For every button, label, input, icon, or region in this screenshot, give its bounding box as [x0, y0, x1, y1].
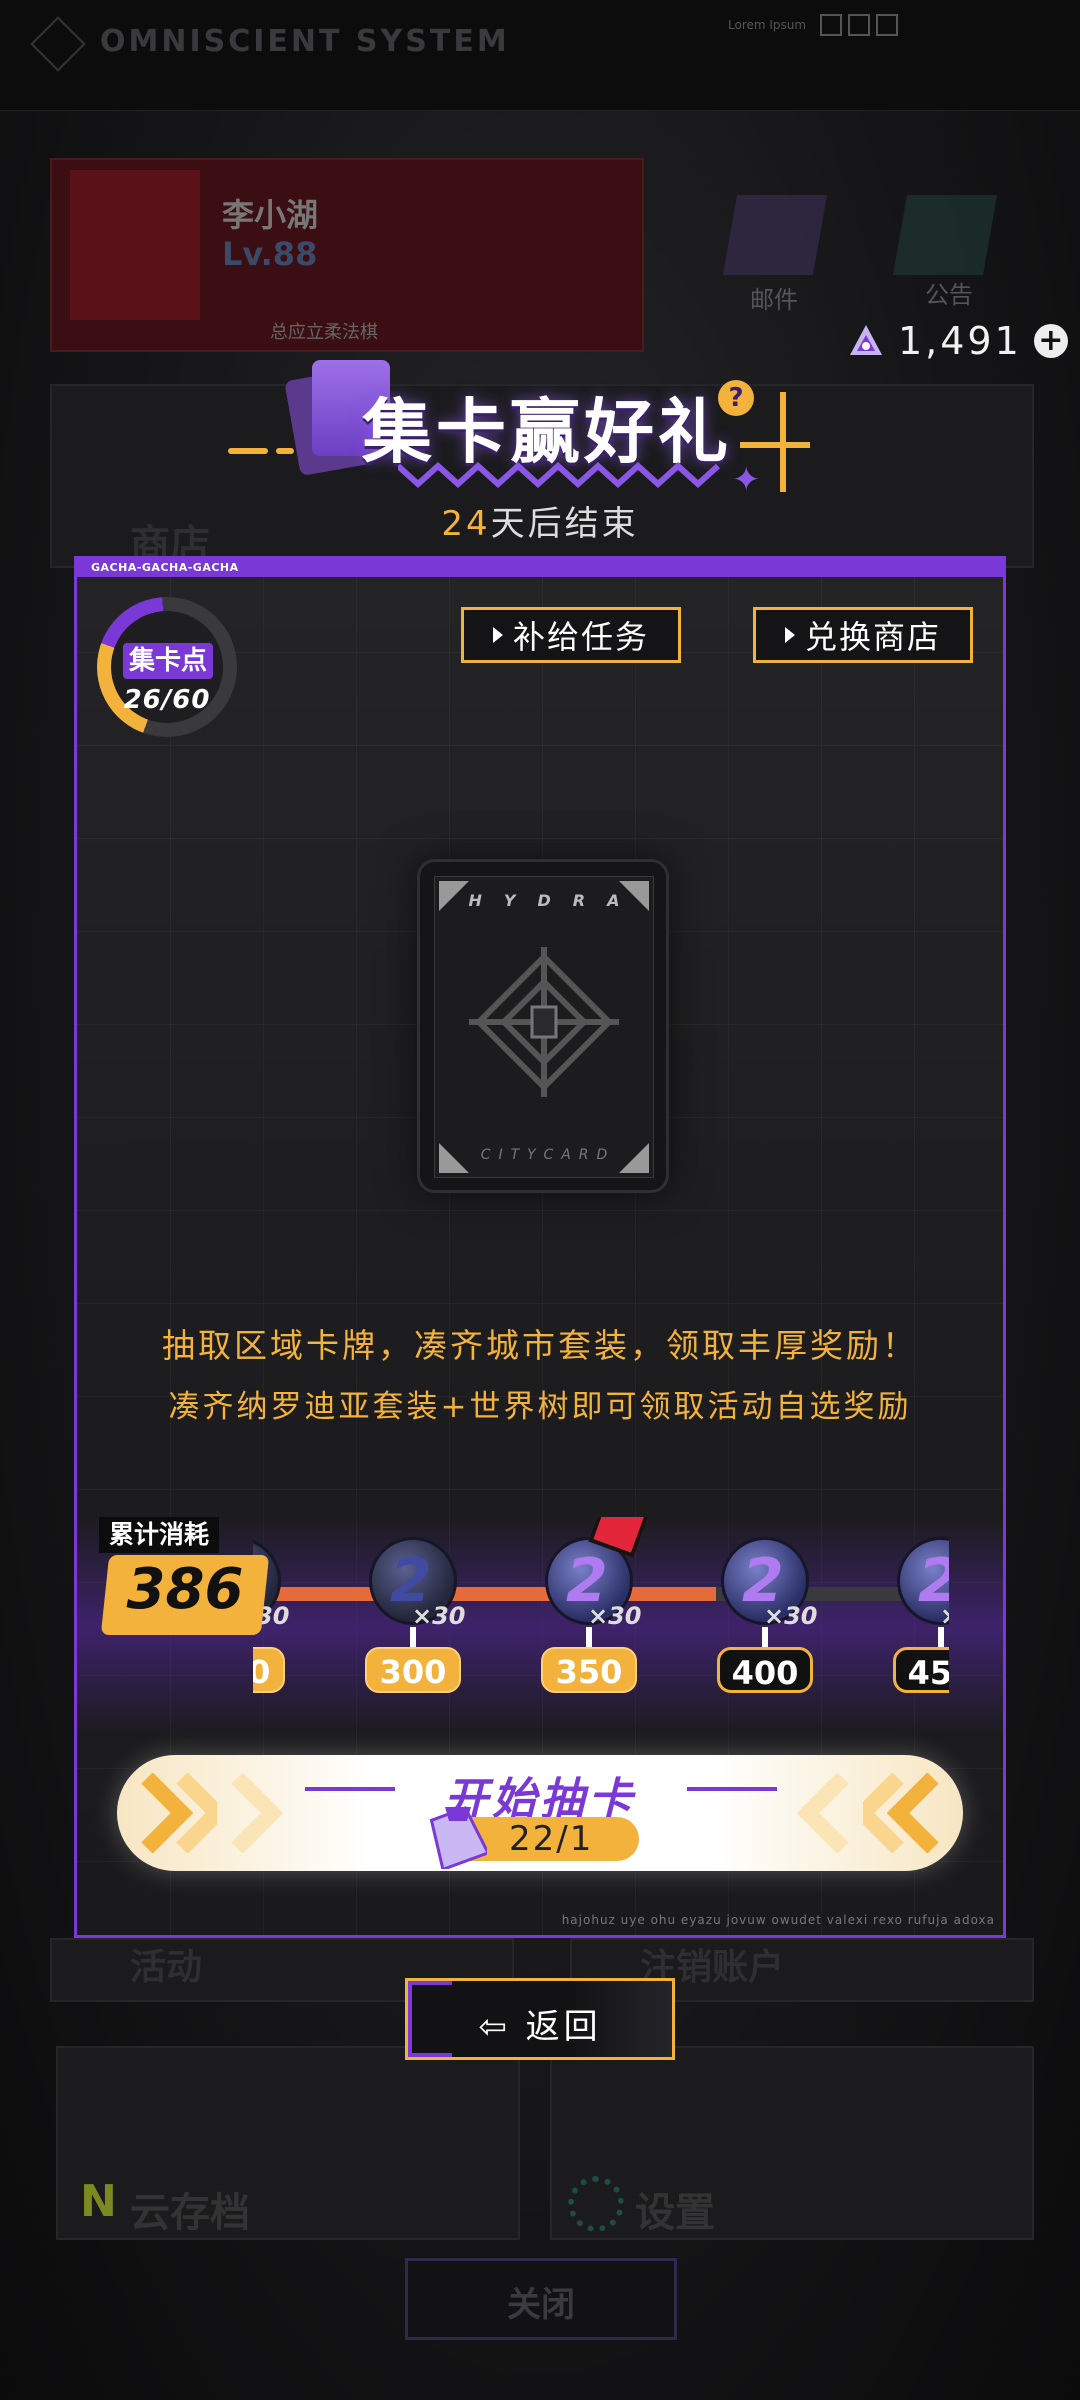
bg-cloud-label: 云存档: [130, 2190, 250, 2236]
panel-header: GACHA-GACHA-GACHA: [77, 559, 1003, 577]
event-desc-line2: 凑齐纳罗迪亚套装+世界树即可领取活动自选奖励: [168, 1389, 912, 1425]
card-corner-decor: [439, 881, 469, 911]
city-card[interactable]: HYDRA CITYCARD: [417, 859, 669, 1193]
gacha-cost-value: 22/1: [509, 1819, 594, 1859]
topbar-square-icon: [876, 14, 898, 36]
bg-notice-icon: [892, 195, 998, 275]
spent-value: 386: [126, 1557, 244, 1622]
panel-header-text: GACHA-GACHA-GACHA: [91, 561, 239, 574]
supply-task-label: 补给任务: [512, 618, 649, 656]
milestone-value: 400: [717, 1647, 813, 1693]
bg-player-name: 李小湖: [222, 196, 319, 234]
event-desc-line1: 抽取区域卡牌，凑齐城市套装，领取丰厚奖励！: [162, 1326, 918, 1365]
title-zigzag-decor: [398, 462, 721, 488]
sparkle-icon: ✦: [732, 460, 761, 500]
event-countdown: 24天后结束: [0, 496, 1080, 545]
bg-setting-label: 设置: [635, 2190, 715, 2236]
countdown-text: 天后结束: [490, 504, 639, 544]
reward-amount: ×30: [940, 1602, 949, 1630]
ticket-icon: [429, 1806, 487, 1869]
bg-player-level: Lv.88: [222, 235, 318, 273]
panel-footnote: hajohuz uye ohu eyazu jovuw owudet valex…: [561, 1913, 995, 1927]
gacha-cost-badge: 22/1: [429, 1806, 639, 1869]
bg-player-sub: 总应立柔法棋: [270, 322, 378, 343]
back-text: 返回: [525, 2007, 602, 2047]
spent-counter: 累计消耗 386: [99, 1517, 270, 1647]
gauge-center: 集卡点 26/60: [111, 611, 223, 723]
city-card-face: HYDRA CITYCARD: [434, 876, 654, 1178]
card-points-gauge: 集卡点 26/60: [97, 597, 237, 737]
reward-amount: ×30: [764, 1602, 818, 1630]
title-decor-cross: [740, 442, 810, 448]
card-points-label: 集卡点: [123, 643, 213, 679]
card-corner-decor: [619, 881, 649, 911]
exchange-shop-button[interactable]: 兑换商店: [753, 607, 973, 663]
gacha-panel: GACHA-GACHA-GACHA 集卡点 26/60 补给任务 兑换商店 HY…: [74, 556, 1006, 1938]
back-label: ⇦ 返回: [408, 1999, 672, 2048]
card-series-text: CITYCARD: [480, 1147, 616, 1163]
bg-mail-label: 邮件: [750, 286, 798, 314]
help-button[interactable]: ?: [718, 380, 754, 416]
gear-icon: [568, 2176, 624, 2232]
bg-activity-label: 活动: [130, 1947, 203, 1988]
milestone-value: 250: [253, 1647, 285, 1693]
milestone-value: 450: [893, 1647, 949, 1693]
progress-fill: [253, 1587, 716, 1601]
start-gacha-button[interactable]: 开始抽卡 22/1: [117, 1755, 963, 1871]
card-points-value: 26/60: [123, 685, 211, 715]
system-title: OMNISCIENT SYSTEM: [100, 24, 510, 59]
milestone-track-viewport[interactable]: 2×302502×303002×303502×304002×30450: [253, 1517, 949, 1737]
play-triangle-icon: [784, 627, 795, 643]
spent-label: 累计消耗: [99, 1517, 219, 1553]
card-emblem-icon: [469, 947, 619, 1097]
countdown-days: 24: [441, 504, 491, 544]
reward-coin-icon[interactable]: 2×30: [721, 1537, 818, 1630]
title-decor-line: [228, 448, 268, 454]
back-arrow-icon: ⇦: [478, 2007, 526, 2047]
bg-close-label: 关闭: [507, 2285, 575, 2325]
supply-task-button[interactable]: 补给任务: [461, 607, 681, 663]
bg-avatar: [70, 170, 200, 320]
reward-coin-icon[interactable]: 2×30: [897, 1537, 949, 1630]
milestone-value: 350: [541, 1647, 637, 1693]
reward-amount: ×30: [412, 1602, 466, 1630]
reward-coin-icon[interactable]: 2×30: [369, 1537, 466, 1630]
topbar-square-icon: [848, 14, 870, 36]
topbar-square-icon: [820, 14, 842, 36]
spend-progress-strip: 2×302502×303002×303502×304002×30450 累计消耗…: [77, 1517, 1003, 1737]
bg-notice-label: 公告: [925, 281, 973, 309]
bg-close-button: 关闭: [405, 2258, 677, 2340]
reward-amount: ×30: [588, 1602, 642, 1630]
bg-cloud-tile: [56, 2046, 520, 2240]
bg-mail-icon: [722, 195, 828, 275]
milestone-value: 300: [365, 1647, 461, 1693]
topbar-lorem: Lorem Ipsum: [728, 18, 807, 32]
cloud-save-icon: N: [80, 2176, 117, 2227]
back-button[interactable]: ⇦ 返回: [405, 1978, 675, 2060]
title-decor-line: [276, 448, 294, 454]
play-triangle-icon: [492, 627, 503, 643]
exchange-shop-label: 兑换商店: [804, 618, 941, 656]
